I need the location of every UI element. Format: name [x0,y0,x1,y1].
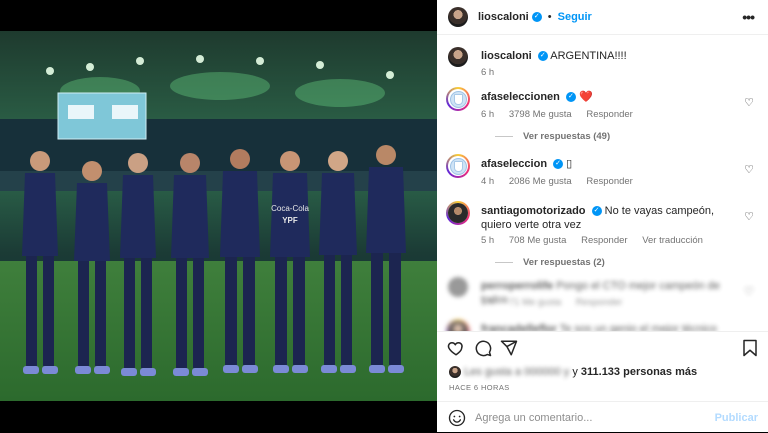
translate-button[interactable]: Ver traducción [642,235,703,246]
comment-likes[interactable]: 71 Me gusta [509,297,561,308]
comment-text: ❤️ [579,91,593,103]
post-side-panel: lioscaloni ✓ • Seguir ••• lioscaloni ✓ A… [437,0,768,432]
comment-time[interactable]: 4 h [481,176,494,187]
comment-time[interactable]: 6 h [481,109,494,120]
comment-text: ▯ [566,158,573,170]
caption-username[interactable]: lioscaloni [481,50,532,62]
verified-badge-icon: ✓ [553,159,564,170]
comment-item: afaseleccionen ✓ ❤️ 6 h 3798 Me gusta Re… [446,87,758,148]
separator-dot: • [547,11,552,23]
post-timestamp: HACE 6 HORAS [449,383,510,392]
reply-button[interactable]: Responder [586,109,632,120]
comment-like-heart-icon[interactable]: ♡ [744,96,754,109]
likes-suffix[interactable]: personas más [623,366,697,378]
post-photo[interactable]: Coca-Cola YPF [0,31,437,401]
comment-username[interactable]: francadelleflor [481,323,557,331]
verified-badge-icon: ✓ [591,206,602,217]
comment-icon[interactable] [474,339,492,362]
reply-button[interactable]: Responder [581,235,627,246]
author-avatar[interactable] [448,7,468,27]
likes-count[interactable]: 311.133 [581,366,620,378]
jersey-sponsor-text: Coca-Cola [271,204,309,213]
jersey-ypf-text: YPF [282,216,298,225]
comment-item: perroperrolife Pongo el CTO mejor campeó… [447,277,758,317]
comment-like-heart-icon[interactable]: ♡ [744,285,754,298]
comment-like-heart-icon[interactable]: ♡ [744,210,754,223]
caption-avatar[interactable] [448,47,468,67]
commenter-avatar[interactable] [446,87,470,111]
comment-username[interactable]: santiagomotorizado [481,205,586,217]
likes-summary[interactable]: Les gusta a 000000 y y 311.133 personas … [449,366,697,379]
post-actions-bar [437,331,768,362]
caption-time: 6 h [481,67,495,78]
comment-item: afaseleccion ✓ ▯ 4 h 2086 Me gusta Respo… [446,154,758,195]
comment-likes[interactable]: 708 Me gusta [509,235,567,246]
verified-badge-icon: ✓ [531,12,542,22]
commenter-avatar[interactable] [446,154,470,178]
post-media-area: Coca-Cola YPF [0,0,437,432]
bookmark-icon[interactable] [742,339,758,362]
commenter-avatar[interactable] [446,319,470,331]
comment-likes[interactable]: 3798 Me gusta [509,109,572,120]
emoji-icon[interactable] [448,409,466,431]
comment-likes[interactable]: 2086 Me gusta [509,176,572,187]
comment-time[interactable]: 5 h [481,297,494,308]
share-icon[interactable] [500,339,518,362]
view-replies-button[interactable]: Ver respuestas (2) [495,257,605,268]
reply-button[interactable]: Responder [576,297,622,308]
author-username[interactable]: lioscaloni [478,11,529,23]
comment-item: santiagomotorizado ✓ No te vayas campeón… [446,201,758,272]
comment-time[interactable]: 5 h [481,235,494,246]
caption: lioscaloni ✓ ARGENTINA!!!! 6 h [447,47,758,87]
verified-badge-icon: ✓ [537,51,548,62]
liker-avatar [449,366,461,379]
comment-item: francadelleflor Te sos un genio el mejor… [446,319,758,331]
commenter-avatar[interactable] [448,277,468,297]
caption-text: ARGENTINA!!!! [550,50,627,62]
comment-text: Te sos un genio el mejor técnico [559,323,717,331]
comment-username[interactable]: perroperrolife [481,280,553,292]
heart-icon[interactable] [447,339,465,362]
reply-button[interactable]: Responder [586,176,632,187]
more-options-icon[interactable]: ••• [742,9,755,25]
liker-names[interactable]: Les gusta a 000000 y [464,366,569,378]
view-replies-button[interactable]: Ver respuestas (49) [495,131,610,142]
comment-composer: Agrega un comentario... Publicar [437,401,768,433]
publish-button[interactable]: Publicar [715,412,758,424]
comment-username[interactable]: afaseleccion [481,158,547,170]
comments-list[interactable]: lioscaloni ✓ ARGENTINA!!!! 6 h afaselecc… [437,35,768,331]
likes-connector: y [572,366,578,378]
comment-username[interactable]: afaseleccionen [481,91,560,103]
verified-badge-icon: ✓ [565,92,576,103]
comment-like-heart-icon[interactable]: ♡ [744,163,754,176]
commenter-avatar[interactable] [446,201,470,225]
post-header: lioscaloni ✓ • Seguir ••• [437,0,768,35]
comment-input[interactable]: Agrega un comentario... [475,412,592,424]
follow-button[interactable]: Seguir [558,11,592,23]
